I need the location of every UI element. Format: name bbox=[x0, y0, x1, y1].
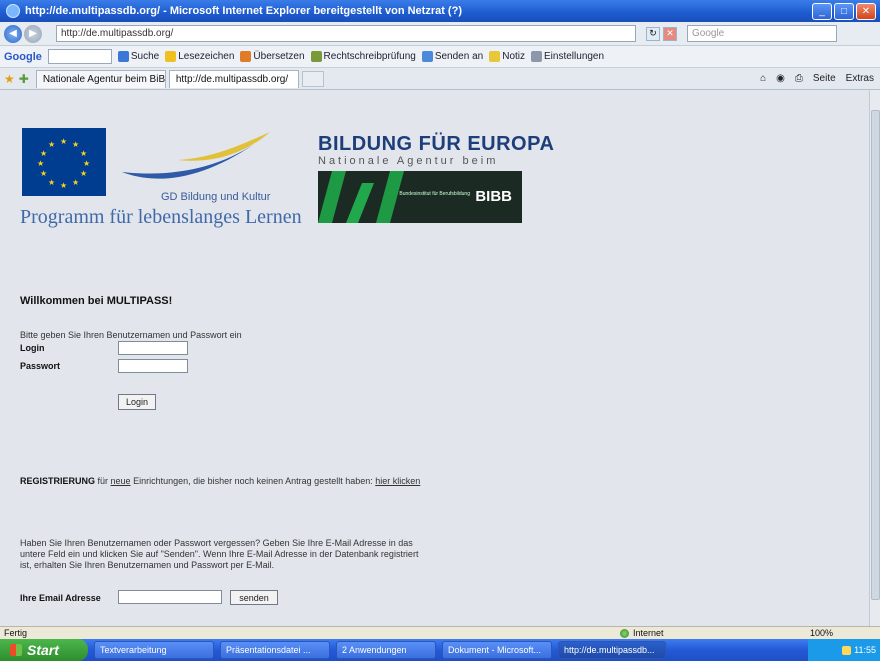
security-zone: Internet bbox=[620, 628, 664, 638]
taskbar-item-1[interactable]: Textverarbeitung bbox=[94, 641, 214, 659]
google-logo: Google bbox=[4, 50, 42, 63]
login-label: Login bbox=[20, 343, 45, 353]
welcome-heading: Willkommen bei MULTIPASS! bbox=[20, 295, 173, 307]
scroll-thumb[interactable] bbox=[871, 110, 880, 600]
toolbar-item-notiz[interactable]: Notiz bbox=[489, 50, 525, 62]
tab-nationale-agentur[interactable]: Nationale Agentur beim BiBB bbox=[35, 69, 166, 88]
close-button[interactable]: ✕ bbox=[856, 2, 876, 20]
status-bar: Fertig Internet 100% bbox=[0, 626, 880, 639]
login-button[interactable]: Login bbox=[118, 394, 156, 410]
send-icon bbox=[421, 50, 433, 62]
status-text: Fertig bbox=[4, 628, 28, 638]
vertical-scrollbar[interactable] bbox=[869, 90, 880, 626]
stop-icon[interactable]: ✕ bbox=[663, 26, 677, 41]
address-url: http://de.multipassdb.org/ bbox=[61, 28, 174, 39]
back-button[interactable]: ◀ bbox=[4, 24, 22, 43]
email-label: Ihre Email Adresse bbox=[20, 593, 101, 603]
address-buttons: ↻ ✕ bbox=[646, 26, 677, 41]
feeds-icon[interactable]: ◉ bbox=[776, 73, 785, 84]
address-row: ◀ ▶ http://de.multipassdb.org/ ↻ ✕ Googl… bbox=[0, 22, 880, 46]
search-input[interactable]: Google bbox=[687, 25, 837, 42]
clock: 11:55 bbox=[854, 645, 876, 655]
bibb-logo-text: BIBB bbox=[475, 188, 512, 205]
login-input[interactable] bbox=[118, 341, 188, 355]
search-icon bbox=[117, 50, 129, 62]
registration-bold: REGISTRIERUNG bbox=[20, 476, 96, 486]
programm-title: Programm für lebenslanges Lernen bbox=[20, 206, 302, 228]
login-hint: Bitte geben Sie Ihren Benutzernamen und … bbox=[20, 330, 242, 340]
tray-icon[interactable] bbox=[842, 645, 852, 655]
windows-logo-icon bbox=[10, 644, 22, 656]
lll-swoosh-logo bbox=[122, 132, 270, 179]
gd-bildung-kultur-text: GD Bildung und Kultur bbox=[161, 191, 271, 203]
taskbar-item-3[interactable]: 2 Anwendungen bbox=[336, 641, 436, 659]
bibb-small-text: Bundesinstitut für Berufsbildung bbox=[399, 191, 470, 197]
password-input[interactable] bbox=[118, 359, 188, 373]
google-toolbar: Google Suche Lesezeichen Übersetzen Rech… bbox=[0, 46, 880, 68]
toolbar-item-senden[interactable]: Senden an bbox=[421, 50, 483, 62]
google-search-input[interactable] bbox=[47, 49, 112, 64]
note-icon bbox=[489, 50, 501, 62]
zoom-level[interactable]: 100% bbox=[810, 628, 833, 638]
send-button[interactable]: senden bbox=[230, 590, 278, 605]
new-tab-button[interactable] bbox=[301, 70, 324, 87]
toolbar-item-suche[interactable]: Suche bbox=[117, 50, 159, 62]
command-seite[interactable]: Seite bbox=[813, 73, 836, 84]
internet-explorer-icon bbox=[6, 4, 20, 18]
toolbar-item-rechtschreibung[interactable]: Rechtschreibprüfung bbox=[310, 50, 416, 62]
taskbar: Start Textverarbeitung Präsentationsdate… bbox=[0, 639, 880, 661]
window-title-bar: http://de.multipassdb.org/ - Microsoft I… bbox=[0, 0, 880, 22]
neue-link[interactable]: neue bbox=[111, 476, 131, 486]
refresh-icon[interactable]: ↻ bbox=[646, 26, 660, 41]
minimize-button[interactable]: _ bbox=[812, 2, 832, 20]
translate-icon bbox=[240, 50, 252, 62]
spellcheck-icon bbox=[310, 50, 322, 62]
registration-text: REGISTRIERUNG für neue Einrichtungen, di… bbox=[20, 476, 421, 486]
forward-button[interactable]: ▶ bbox=[24, 24, 42, 43]
nationale-agentur-subtitle: Nationale Agentur beim bbox=[318, 155, 499, 167]
settings-icon bbox=[531, 50, 543, 62]
address-input[interactable]: http://de.multipassdb.org/ bbox=[56, 25, 636, 42]
toolbar-item-lesezeichen[interactable]: Lesezeichen bbox=[165, 50, 234, 62]
taskbar-item-5[interactable]: http://de.multipassdb... bbox=[558, 641, 666, 659]
password-label: Passwort bbox=[20, 361, 61, 371]
print-icon[interactable]: ⎙ bbox=[795, 73, 803, 84]
start-button[interactable]: Start bbox=[0, 639, 88, 661]
eu-flag-logo: ★ ★ ★ ★ ★ ★ ★ ★ ★ ★ ★ ★ bbox=[22, 128, 106, 196]
toolbar-item-einstellungen[interactable]: Einstellungen bbox=[531, 50, 604, 62]
window-controls: _ □ ✕ bbox=[812, 2, 876, 20]
favorites-star-icon[interactable]: ★ bbox=[4, 72, 15, 86]
hier-klicken-link[interactable]: hier klicken bbox=[375, 476, 420, 486]
system-tray: 11:55 bbox=[808, 639, 880, 661]
bibb-logo-box: Bundesinstitut für Berufsbildung BIBB bbox=[318, 171, 522, 223]
taskbar-item-4[interactable]: Dokument - Microsoft... bbox=[442, 641, 552, 659]
toolbar-item-uebersetzen[interactable]: Übersetzen bbox=[240, 50, 305, 62]
globe-icon bbox=[620, 628, 629, 638]
add-favorites-icon[interactable]: ✚ bbox=[19, 72, 29, 86]
home-icon[interactable]: ⌂ bbox=[760, 73, 766, 84]
taskbar-item-2[interactable]: Präsentationsdatei ... bbox=[220, 641, 330, 659]
maximize-button[interactable]: □ bbox=[834, 2, 854, 20]
forgot-password-text: Haben Sie Ihren Benutzernamen oder Passw… bbox=[20, 538, 419, 570]
tab-multipassdb[interactable]: http://de.multipassdb.org/ bbox=[168, 69, 299, 88]
window-title: http://de.multipassdb.org/ - Microsoft I… bbox=[25, 5, 462, 17]
command-extras[interactable]: Extras bbox=[846, 73, 874, 84]
email-input[interactable] bbox=[118, 590, 222, 604]
command-bar: ⌂ ◉ ⎙ Seite Extras bbox=[760, 73, 880, 84]
tab-row: ★ ✚ Nationale Agentur beim BiBB http://d… bbox=[0, 68, 880, 90]
bildung-fuer-europa-title: BILDUNG FÜR EUROPA bbox=[318, 133, 555, 155]
star-icon bbox=[165, 50, 177, 62]
